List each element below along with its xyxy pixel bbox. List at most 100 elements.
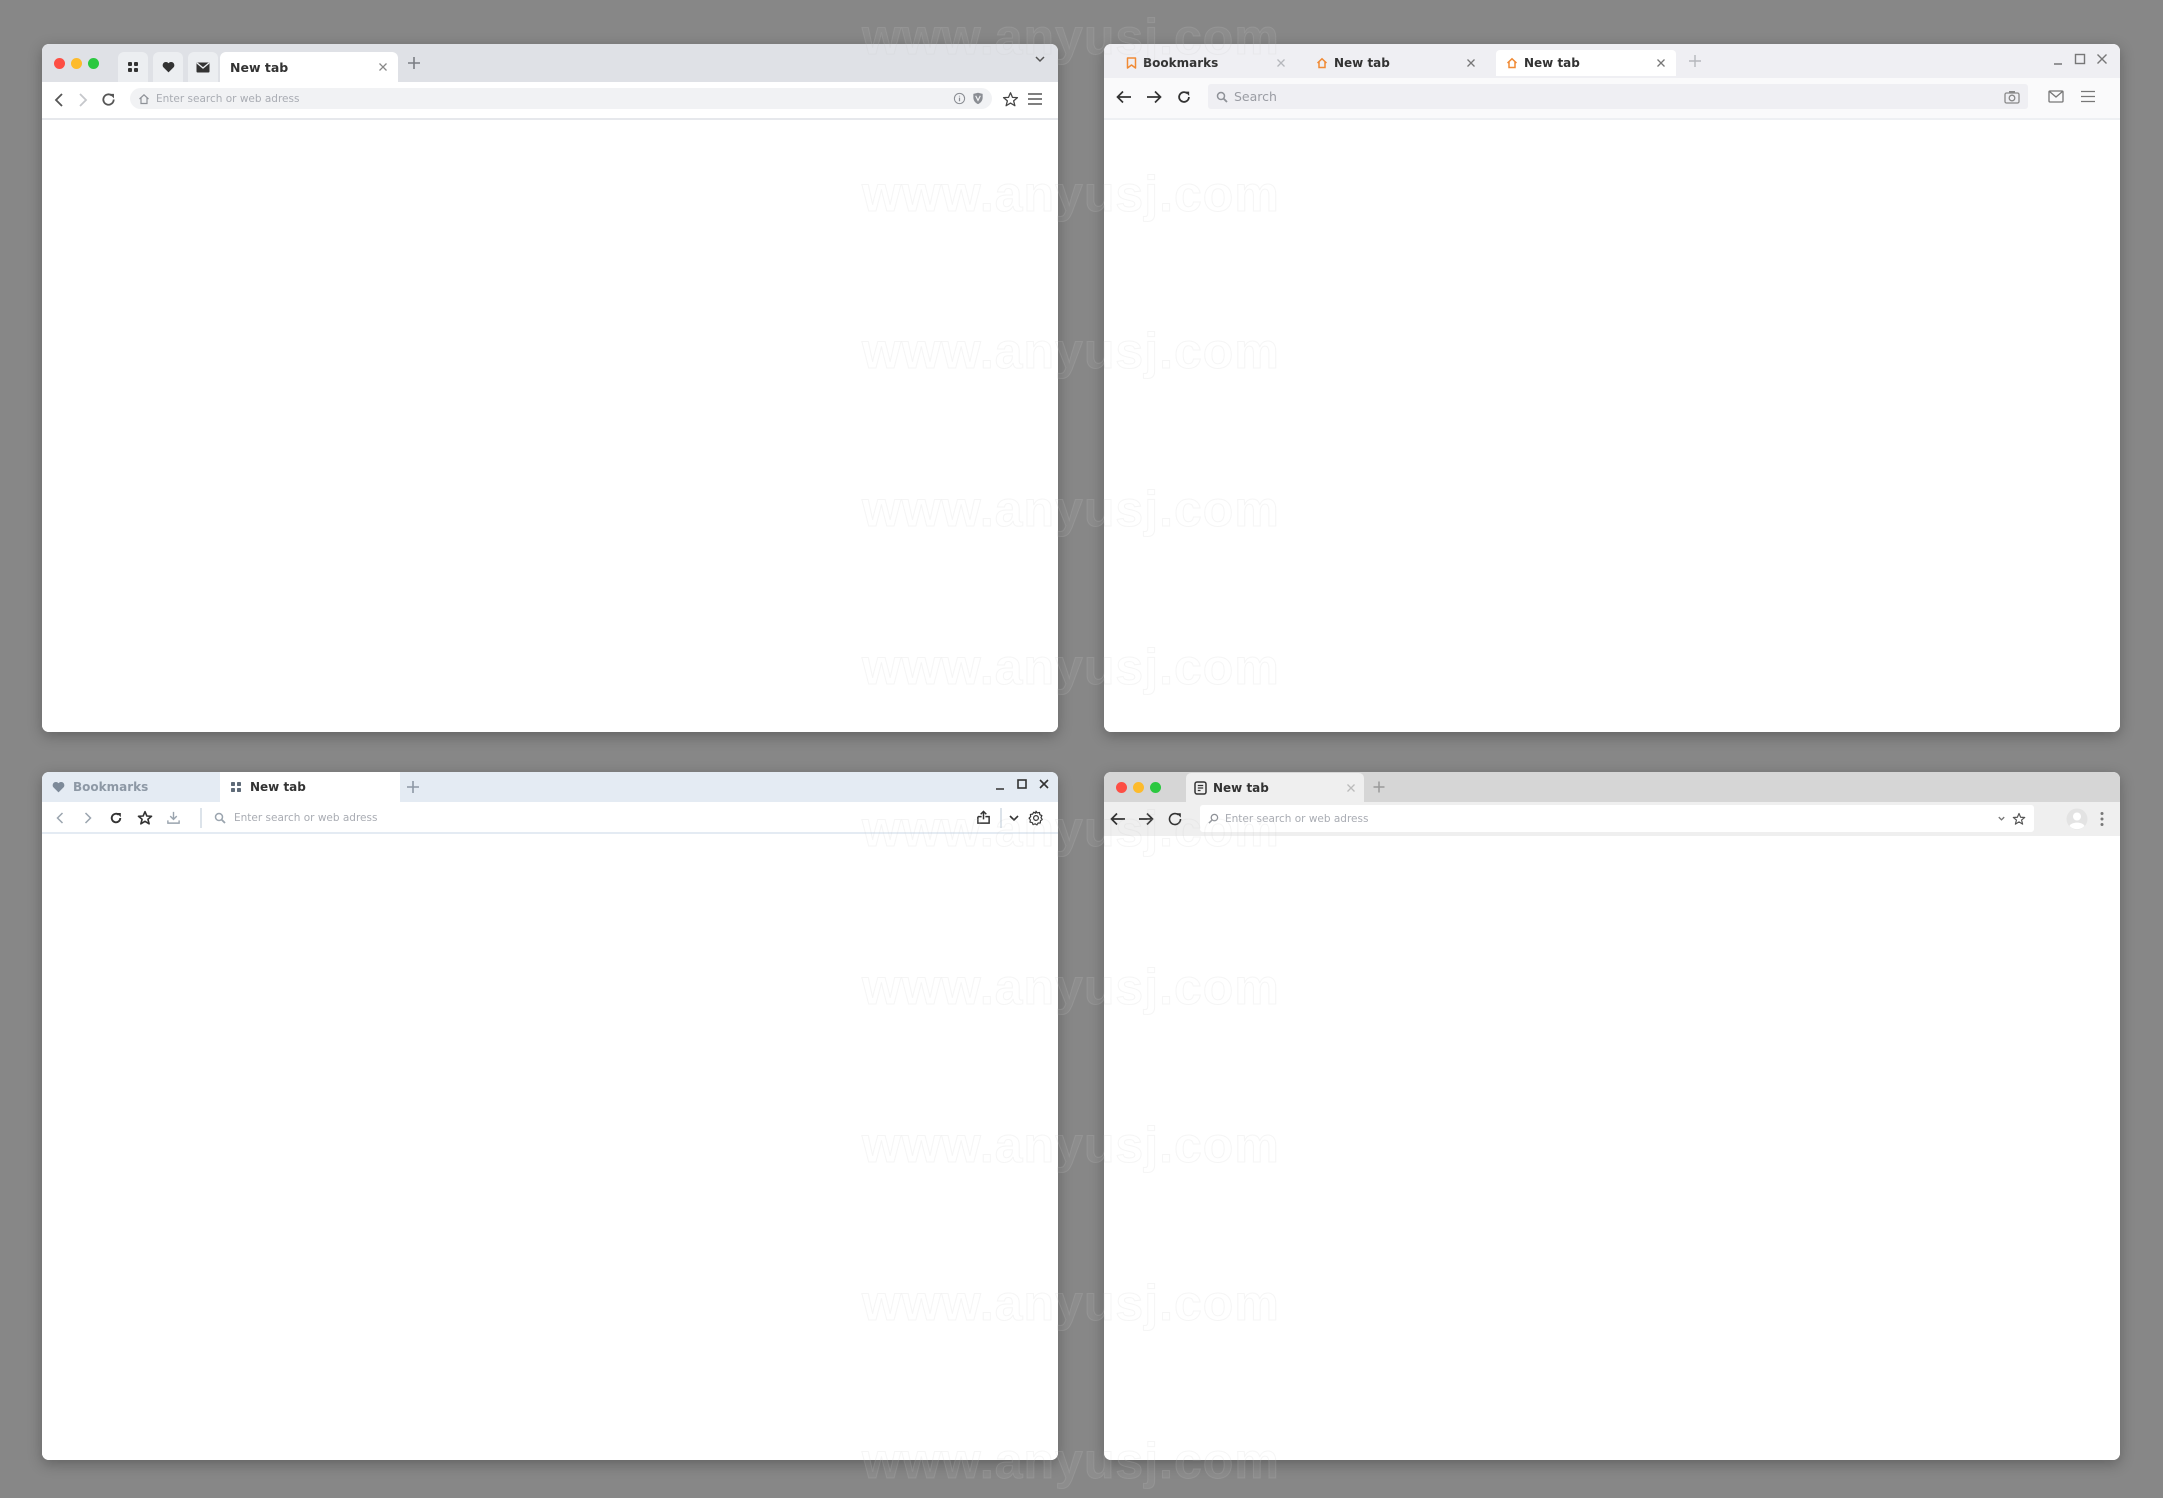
tab-new-tab[interactable]: New tab — [220, 772, 400, 802]
new-tab-button[interactable] — [406, 55, 422, 71]
tab-close-icon[interactable] — [378, 62, 388, 72]
browser-window-2: Bookmarks New tab New tab Search — [1104, 44, 2120, 732]
tab-label: New tab — [1213, 780, 1269, 795]
address-placeholder: Enter search or web adress — [1225, 812, 1369, 825]
reload-icon[interactable] — [1166, 810, 1184, 828]
chevron-down-icon[interactable] — [1997, 814, 2006, 823]
tab-bar: Bookmarks New tab — [42, 772, 1058, 802]
back-icon[interactable] — [52, 92, 66, 108]
minimize-window-button[interactable] — [71, 58, 82, 69]
browser-window-3: Bookmarks New tab Enter search or web ad… — [42, 772, 1058, 1460]
browser-window-4: New tab Enter search or web adress — [1104, 772, 2120, 1460]
download-icon[interactable] — [166, 810, 181, 825]
toolbar-divider — [200, 808, 202, 828]
grid-icon — [230, 781, 242, 793]
shield-icon[interactable] — [972, 92, 984, 105]
maximize-icon[interactable] — [2074, 53, 2086, 65]
info-icon[interactable] — [953, 92, 966, 105]
traffic-lights — [1116, 782, 1161, 793]
tab-close-icon[interactable] — [1346, 783, 1356, 793]
close-window-button[interactable] — [54, 58, 65, 69]
heart-icon — [52, 781, 65, 793]
tab-bookmarks[interactable]: Bookmarks — [42, 772, 222, 802]
mail-icon[interactable] — [2048, 90, 2064, 103]
pinned-tab-apps[interactable] — [118, 52, 148, 82]
chevron-down-icon[interactable] — [1034, 53, 1046, 65]
forward-icon[interactable] — [76, 92, 90, 108]
reload-icon[interactable] — [1176, 89, 1192, 105]
back-icon[interactable] — [54, 811, 66, 825]
minimize-icon[interactable] — [994, 778, 1006, 790]
tab-bookmarks[interactable]: Bookmarks — [1116, 50, 1296, 76]
reload-icon[interactable] — [109, 811, 123, 825]
address-bar[interactable]: Search — [1208, 84, 2028, 109]
pinned-tab-favorites[interactable] — [153, 52, 183, 82]
maximize-window-button[interactable] — [88, 58, 99, 69]
tab-close-icon[interactable] — [1276, 58, 1286, 68]
reload-icon[interactable] — [100, 91, 117, 108]
minimize-icon[interactable] — [2052, 53, 2064, 65]
maximize-window-button[interactable] — [1150, 782, 1161, 793]
new-tab-button[interactable] — [1372, 780, 1386, 794]
search-icon — [214, 812, 226, 824]
page-content — [42, 120, 1058, 732]
star-icon[interactable] — [2012, 812, 2026, 826]
forward-icon[interactable] — [1138, 812, 1154, 826]
tab-label: New tab — [1524, 56, 1580, 70]
home-icon — [1316, 57, 1328, 69]
tab-close-icon[interactable] — [1656, 58, 1666, 68]
bookmark-icon — [1126, 57, 1137, 69]
menu-icon[interactable] — [1027, 92, 1043, 106]
tab-label: Bookmarks — [73, 780, 149, 794]
search-icon — [1216, 91, 1228, 103]
tab-label: Bookmarks — [1143, 56, 1219, 70]
tab-bar: New tab — [42, 44, 1058, 82]
address-bar[interactable]: Enter search or web adress — [214, 808, 984, 828]
share-icon[interactable] — [976, 810, 991, 825]
address-placeholder: Enter search or web adress — [234, 812, 378, 824]
document-icon — [1194, 780, 1207, 795]
tab-new-tab[interactable]: New tab — [220, 52, 398, 82]
camera-icon[interactable] — [2004, 90, 2020, 104]
new-tab-button[interactable] — [1688, 54, 1702, 68]
maximize-icon[interactable] — [1016, 778, 1028, 790]
navigation-toolbar: Search — [1104, 78, 2120, 120]
forward-icon[interactable] — [1146, 90, 1162, 104]
close-icon[interactable] — [1038, 778, 1050, 790]
tab-label: New tab — [1334, 56, 1390, 70]
home-icon — [138, 93, 150, 105]
back-icon[interactable] — [1110, 812, 1126, 826]
back-icon[interactable] — [1116, 90, 1132, 104]
page-content — [1104, 120, 2120, 732]
tab-new-tab-active[interactable]: New tab — [1496, 50, 1676, 76]
avatar-icon[interactable] — [2066, 808, 2088, 830]
tab-label: New tab — [250, 780, 306, 794]
address-bar[interactable]: Enter search or web adress — [1200, 805, 2034, 832]
close-icon[interactable] — [2096, 53, 2108, 65]
search-icon — [1208, 813, 1219, 824]
heart-icon — [162, 61, 175, 73]
toolbar-divider — [1000, 808, 1002, 828]
new-tab-button[interactable] — [406, 780, 420, 794]
navigation-toolbar: Enter search or web adress — [42, 82, 1058, 120]
page-content — [42, 834, 1058, 1460]
address-placeholder: Enter search or web adress — [156, 92, 300, 105]
minimize-window-button[interactable] — [1133, 782, 1144, 793]
star-icon[interactable] — [1002, 91, 1019, 108]
close-window-button[interactable] — [1116, 782, 1127, 793]
traffic-lights — [54, 58, 99, 69]
gear-icon[interactable] — [1028, 810, 1044, 826]
tab-new-tab[interactable]: New tab — [1186, 773, 1364, 802]
more-vertical-icon[interactable] — [2100, 811, 2104, 827]
address-bar[interactable]: Enter search or web adress — [130, 88, 992, 109]
chevron-down-icon[interactable] — [1008, 812, 1020, 824]
menu-icon[interactable] — [2080, 90, 2096, 103]
tab-new-tab[interactable]: New tab — [1306, 50, 1486, 76]
star-icon[interactable] — [137, 810, 153, 826]
pinned-tab-mail[interactable] — [188, 52, 218, 82]
tab-bar: Bookmarks New tab New tab — [1104, 44, 2120, 78]
browser-window-1: New tab Enter search or web adress — [42, 44, 1058, 732]
forward-icon[interactable] — [82, 811, 94, 825]
grid-icon — [127, 61, 139, 73]
tab-close-icon[interactable] — [1466, 58, 1476, 68]
